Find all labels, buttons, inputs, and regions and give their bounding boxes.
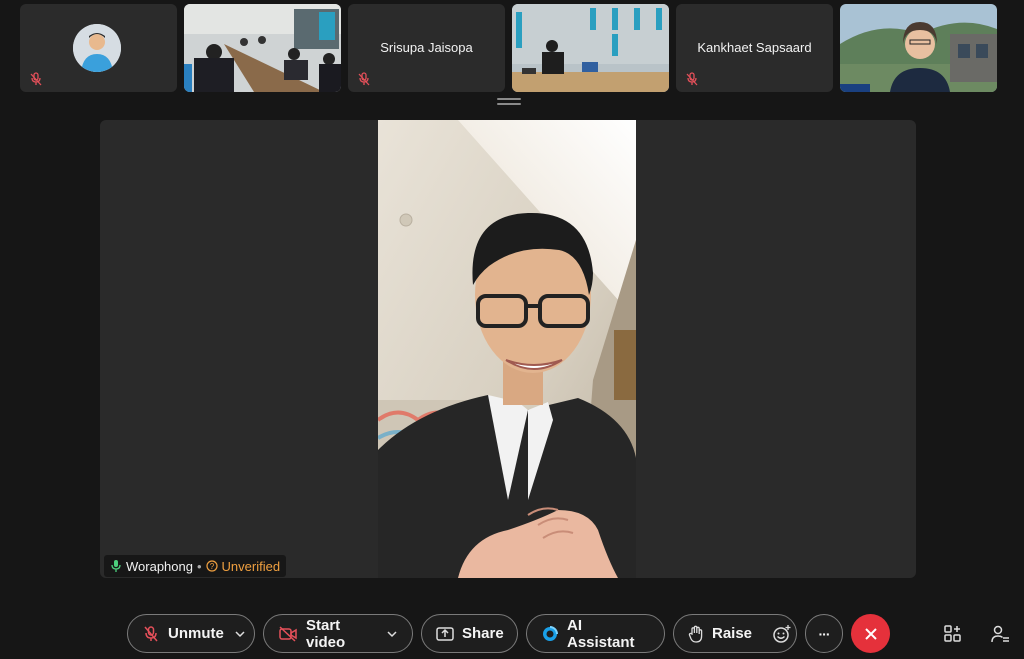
ai-assistant-icon bbox=[543, 625, 558, 641]
leave-meeting-button[interactable] bbox=[851, 614, 890, 653]
participant-video-landscape bbox=[840, 4, 997, 92]
chevron-down-icon[interactable] bbox=[386, 628, 398, 640]
raise-label: Raise bbox=[712, 625, 753, 642]
mic-off-icon bbox=[144, 625, 158, 641]
participant-tile-video[interactable] bbox=[840, 4, 997, 92]
participant-name: Kankhaet Sapsaard bbox=[697, 40, 812, 55]
layout-grid-icon[interactable] bbox=[943, 624, 963, 644]
start-video-label: Start video bbox=[306, 616, 346, 651]
participant-name: Srisupa Jaisopa bbox=[380, 40, 473, 55]
meeting-controls: Unmute Start video Share AI Assistant Ra… bbox=[0, 614, 1024, 654]
more-options-button[interactable]: ··· bbox=[805, 614, 843, 653]
participant-tile-srisupa[interactable]: Srisupa Jaisopa bbox=[348, 4, 505, 92]
mic-off-icon bbox=[358, 72, 370, 86]
svg-text:?: ? bbox=[209, 562, 214, 571]
question-circle-icon: ? bbox=[205, 560, 218, 572]
participant-tile-kankhaet[interactable]: Kankhaet Sapsaard bbox=[676, 4, 833, 92]
mic-active-icon bbox=[111, 560, 121, 572]
mic-off-icon bbox=[686, 72, 698, 86]
speaker-video-feed bbox=[378, 120, 636, 578]
unmute-label: Unmute bbox=[168, 625, 224, 642]
unmute-button[interactable]: Unmute bbox=[127, 614, 255, 653]
chevron-down-icon[interactable] bbox=[234, 628, 246, 640]
more-options-icon: ··· bbox=[818, 625, 831, 642]
classroom-video bbox=[184, 4, 341, 92]
active-speaker-stage: Woraphong • ? Unverified bbox=[100, 120, 916, 578]
share-label: Share bbox=[462, 625, 504, 642]
participant-tile-video[interactable] bbox=[512, 4, 669, 92]
strip-resize-handle[interactable] bbox=[497, 98, 521, 105]
reactions-emoji-icon[interactable] bbox=[772, 624, 792, 644]
video-off-icon bbox=[279, 625, 297, 642]
separator: • bbox=[196, 558, 202, 574]
mic-off-icon bbox=[30, 72, 42, 86]
ai-assistant-button[interactable]: AI Assistant bbox=[526, 614, 665, 653]
share-button[interactable]: Share bbox=[421, 614, 518, 653]
meeting-room-video bbox=[512, 4, 669, 92]
raise-hand-button[interactable]: Raise bbox=[673, 614, 797, 653]
speaker-name-tag: Woraphong • ? Unverified bbox=[104, 555, 287, 577]
participant-strip: Srisupa Jaisopa Kankhaet Sapsaard bbox=[20, 4, 998, 92]
unverified-status: Unverified bbox=[221, 558, 281, 574]
avatar bbox=[73, 24, 121, 72]
participant-tile-video[interactable] bbox=[184, 4, 341, 92]
participants-list-icon[interactable] bbox=[990, 624, 1010, 644]
active-speaker-video bbox=[378, 120, 636, 578]
start-video-button[interactable]: Start video bbox=[263, 614, 413, 653]
speaker-name: Woraphong bbox=[126, 558, 193, 574]
participant-tile-avatar[interactable] bbox=[20, 4, 177, 92]
ai-assistant-label: AI Assistant bbox=[567, 616, 635, 651]
close-icon bbox=[864, 627, 877, 640]
share-screen-icon bbox=[436, 626, 454, 641]
hand-icon bbox=[688, 625, 703, 643]
